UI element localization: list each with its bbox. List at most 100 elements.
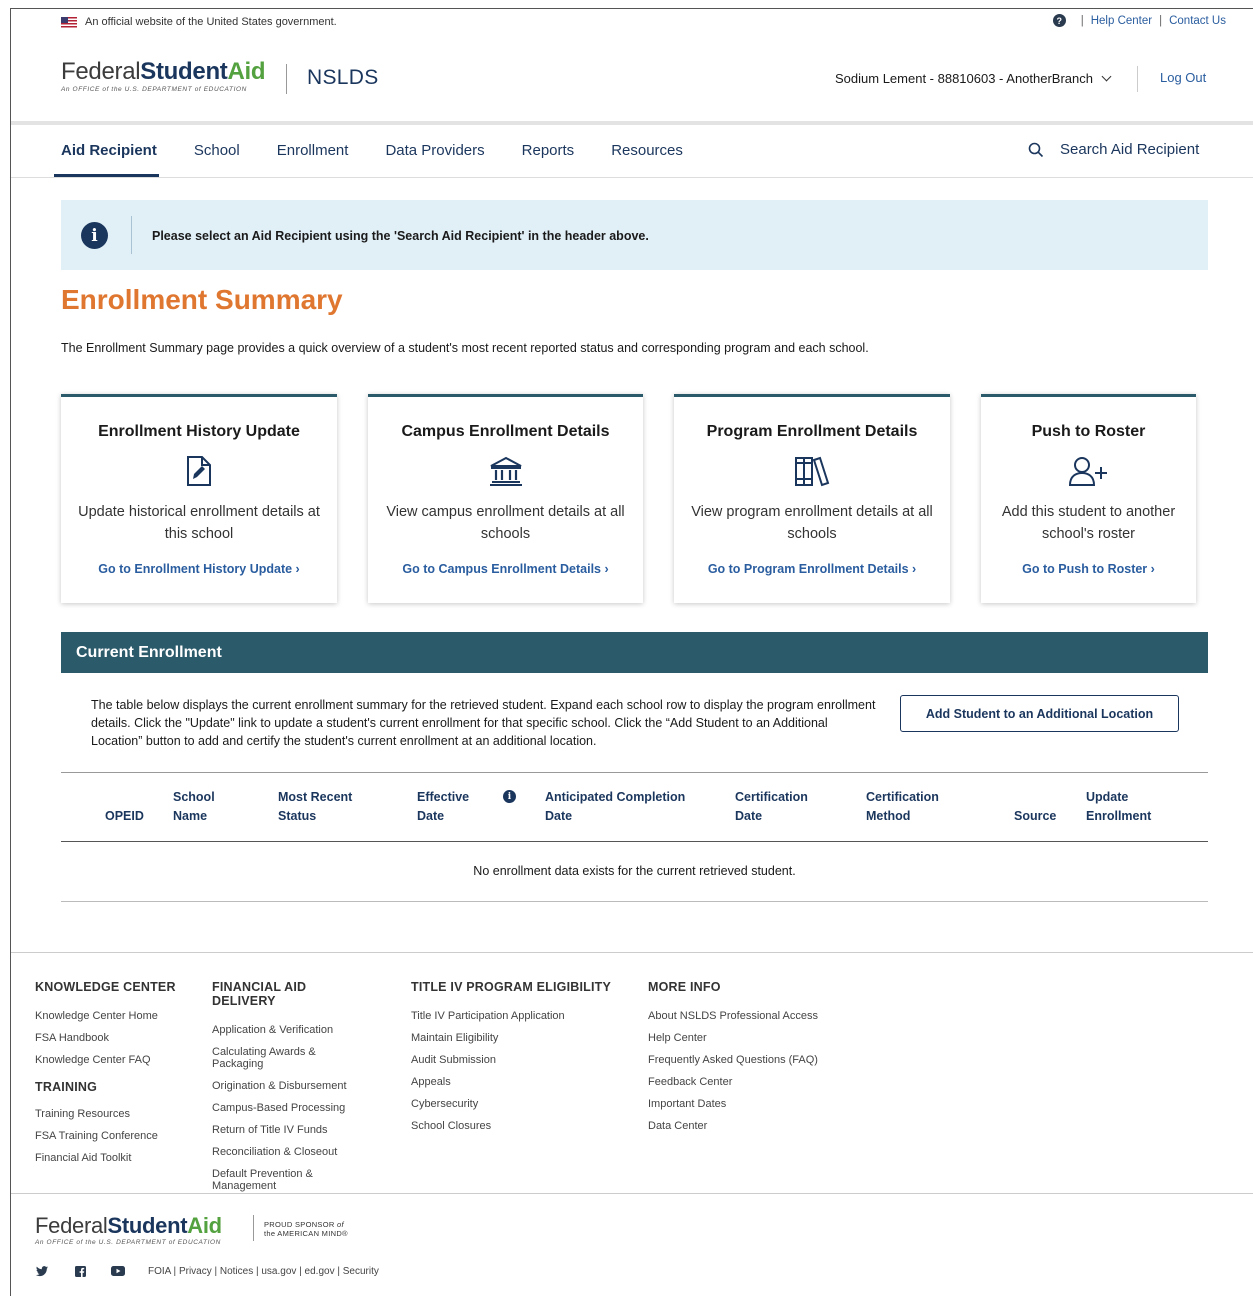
footer-link[interactable]: Frequently Asked Questions (FAQ) bbox=[648, 1054, 818, 1066]
col-label: Certification bbox=[735, 790, 808, 804]
youtube-icon[interactable] bbox=[111, 1266, 125, 1276]
footer-link[interactable]: Data Center bbox=[648, 1120, 818, 1132]
user-branch-label: Sodium Lement - 88810603 - AnotherBranch bbox=[835, 71, 1094, 86]
log-out-link[interactable]: Log Out bbox=[1160, 70, 1206, 85]
footer-fsa-logo[interactable]: FederalStudentAid An OFFICE of the U.S. … bbox=[35, 1213, 222, 1247]
go-to-campus-enrollment-details-link[interactable]: Go to Campus Enrollment Details › bbox=[368, 562, 643, 576]
current-enrollment-header: Current Enrollment bbox=[61, 632, 1208, 673]
card-title: Program Enrollment Details bbox=[706, 423, 918, 440]
col-label: Name bbox=[173, 809, 208, 823]
books-icon bbox=[795, 456, 830, 487]
logo-federal: Federal bbox=[61, 58, 141, 85]
footer-link[interactable]: Application & Verification bbox=[212, 1024, 362, 1036]
search-aid-recipient-button[interactable]: Search Aid Recipient bbox=[1028, 141, 1199, 158]
user-branch-dropdown[interactable]: Sodium Lement - 88810603 - AnotherBranch bbox=[835, 71, 1112, 86]
nav-aid-recipient[interactable]: Aid Recipient bbox=[61, 142, 157, 159]
utility-separator: | bbox=[1159, 14, 1163, 27]
institution-icon bbox=[489, 456, 522, 486]
footer-link[interactable]: Appeals bbox=[411, 1076, 611, 1088]
footer-link[interactable]: Knowledge Center FAQ bbox=[35, 1054, 176, 1066]
logo-subtitle: An OFFICE of the U.S. DEPARTMENT of EDUC… bbox=[35, 1239, 221, 1246]
alert-message: Please select an Aid Recipient using the… bbox=[152, 229, 649, 243]
col-label: School bbox=[173, 790, 215, 804]
footer-link[interactable]: Feedback Center bbox=[648, 1076, 818, 1088]
footer-link[interactable]: Maintain Eligibility bbox=[411, 1032, 611, 1044]
col-anticipated-completion-date[interactable]: Anticipated Completion Date bbox=[545, 788, 685, 826]
alert-divider bbox=[131, 216, 132, 254]
add-student-additional-location-button[interactable]: Add Student to an Additional Location bbox=[900, 695, 1179, 732]
footer-link[interactable]: Return of Title IV Funds bbox=[212, 1124, 362, 1136]
footer-link[interactable]: FSA Training Conference bbox=[35, 1130, 176, 1142]
footer-link[interactable]: Default Prevention & Management bbox=[212, 1168, 337, 1192]
footer-link[interactable]: Calculating Awards & Packaging bbox=[212, 1046, 337, 1070]
info-icon: i bbox=[81, 222, 108, 249]
card-description: View program enrollment details at all s… bbox=[691, 504, 933, 542]
footer-heading: KNOWLEDGE CENTER bbox=[35, 980, 176, 994]
footer-separator bbox=[11, 1193, 1253, 1194]
info-icon[interactable]: i bbox=[503, 790, 516, 803]
footer-col-more-info: MORE INFO About NSLDS Professional Acces… bbox=[648, 980, 818, 1142]
col-label: Effective bbox=[417, 790, 470, 804]
nav-reports[interactable]: Reports bbox=[522, 142, 575, 159]
footer-link[interactable]: Training Resources bbox=[35, 1108, 176, 1120]
help-center-link[interactable]: Help Center bbox=[1091, 15, 1152, 27]
footer-link[interactable]: Origination & Disbursement bbox=[212, 1080, 362, 1092]
footer-link[interactable]: Financial Aid Toolkit bbox=[35, 1152, 176, 1164]
facebook-icon[interactable] bbox=[75, 1266, 86, 1277]
logo-subtitle: An OFFICE of the U.S. DEPARTMENT of EDUC… bbox=[61, 86, 247, 93]
nav-data-providers[interactable]: Data Providers bbox=[385, 142, 484, 159]
col-update-enrollment[interactable]: Update Enrollment bbox=[1086, 788, 1151, 826]
utility-links: ? | Help Center | Contact Us bbox=[1052, 14, 1226, 27]
col-school-name[interactable]: School Name bbox=[173, 788, 215, 826]
fsa-logo[interactable]: FederalStudentAid An OFFICE of the U.S. … bbox=[61, 58, 266, 94]
footer-link[interactable]: Important Dates bbox=[648, 1098, 818, 1110]
footer-heading: MORE INFO bbox=[648, 980, 721, 994]
col-most-recent-status[interactable]: Most Recent Status bbox=[278, 788, 352, 826]
footer-link[interactable]: School Closures bbox=[411, 1120, 611, 1132]
footer-link[interactable]: Cybersecurity bbox=[411, 1098, 611, 1110]
nav-separator bbox=[11, 177, 1253, 178]
footer-heading: TITLE IV PROGRAM ELIGIBILITY bbox=[411, 980, 612, 994]
add-user-icon bbox=[1068, 457, 1107, 486]
col-certification-method[interactable]: Certification Method bbox=[866, 788, 939, 826]
col-opeid[interactable]: OPEID bbox=[105, 807, 144, 826]
footer-link[interactable]: Title IV Participation Application bbox=[411, 1010, 611, 1022]
twitter-icon[interactable] bbox=[36, 1266, 48, 1277]
card-enrollment-history-update: Enrollment History Update Update histori… bbox=[61, 394, 337, 603]
chevron-down-icon bbox=[1101, 71, 1112, 82]
card-campus-enrollment-details: Campus Enrollment Details View campus en… bbox=[368, 394, 643, 603]
footer-legal-links[interactable]: FOIA | Privacy | Notices | usa.gov | ed.… bbox=[148, 1266, 379, 1277]
go-to-enrollment-history-update-link[interactable]: Go to Enrollment History Update › bbox=[61, 562, 337, 576]
footer-heading: TRAINING bbox=[35, 1080, 98, 1094]
search-aid-recipient-label: Search Aid Recipient bbox=[1060, 141, 1200, 158]
nav-school[interactable]: School bbox=[194, 142, 240, 159]
footer-heading: FINANCIAL AID DELIVERY bbox=[212, 980, 307, 1008]
footer-link[interactable]: Knowledge Center Home bbox=[35, 1010, 176, 1022]
card-title: Campus Enrollment Details bbox=[401, 423, 610, 440]
nav-resources[interactable]: Resources bbox=[611, 142, 683, 159]
page-description: The Enrollment Summary page provides a q… bbox=[61, 341, 869, 355]
col-certification-date[interactable]: Certification Date bbox=[735, 788, 808, 826]
col-label: Status bbox=[278, 809, 317, 823]
footer-link[interactable]: About NSLDS Professional Access bbox=[648, 1010, 818, 1022]
sponsor-text: the AMERICAN MIND® bbox=[264, 1229, 348, 1238]
col-label: Date bbox=[735, 809, 763, 823]
gov-banner-text: An official website of the United States… bbox=[85, 16, 337, 28]
table-bottom-border bbox=[61, 901, 1208, 902]
footer-link[interactable]: Audit Submission bbox=[411, 1054, 611, 1066]
footer-link[interactable]: Reconciliation & Closeout bbox=[212, 1146, 362, 1158]
main-nav: Aid Recipient School Enrollment Data Pro… bbox=[61, 142, 720, 159]
logo-student: Student bbox=[107, 1213, 188, 1238]
nav-enrollment[interactable]: Enrollment bbox=[277, 142, 349, 159]
footer-link[interactable]: FSA Handbook bbox=[35, 1032, 176, 1044]
footer-link[interactable]: Campus-Based Processing bbox=[212, 1102, 362, 1114]
col-effective-date[interactable]: Effective Date bbox=[417, 788, 469, 826]
contact-us-link[interactable]: Contact Us bbox=[1169, 15, 1226, 27]
col-label: Enrollment bbox=[1086, 809, 1152, 823]
go-to-push-to-roster-link[interactable]: Go to Push to Roster › bbox=[981, 562, 1196, 576]
col-source[interactable]: Source bbox=[1014, 807, 1056, 826]
logo-federal: Federal bbox=[35, 1213, 108, 1238]
go-to-program-enrollment-details-link[interactable]: Go to Program Enrollment Details › bbox=[674, 562, 950, 576]
help-icon[interactable]: ? bbox=[1052, 14, 1066, 27]
footer-link[interactable]: Help Center bbox=[648, 1032, 818, 1044]
